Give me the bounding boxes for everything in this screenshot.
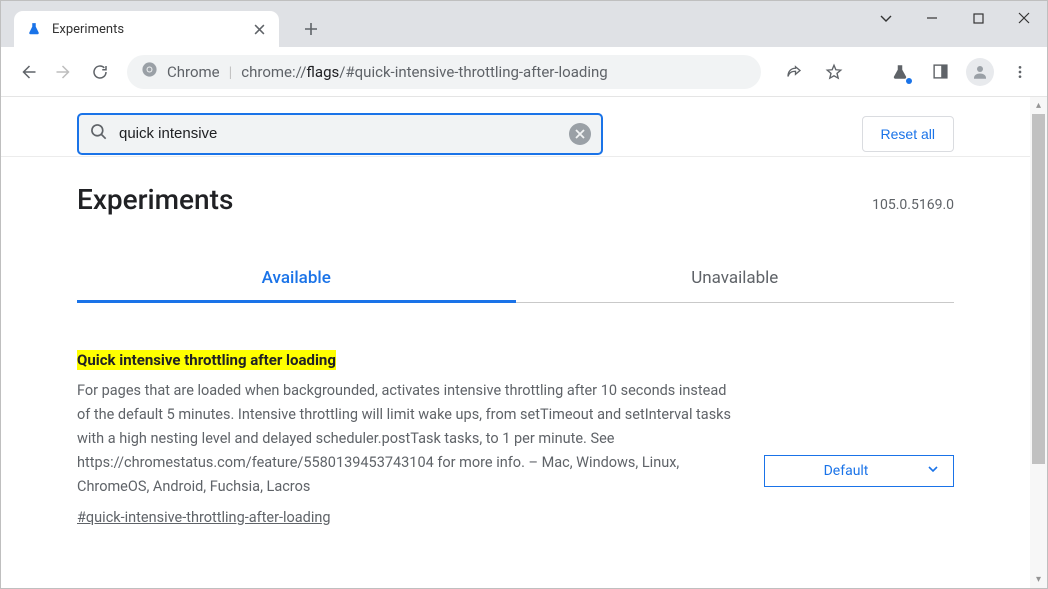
reset-all-button[interactable]: Reset all bbox=[862, 116, 954, 152]
browser-tab[interactable]: Experiments bbox=[14, 11, 279, 47]
bookmark-star-icon[interactable] bbox=[817, 55, 851, 89]
minimize-button[interactable] bbox=[909, 1, 955, 35]
maximize-button[interactable] bbox=[955, 1, 1001, 35]
page-tabs: Available Unavailable bbox=[77, 258, 954, 303]
separator: | bbox=[229, 63, 233, 81]
reload-button[interactable] bbox=[83, 55, 117, 89]
share-icon[interactable] bbox=[777, 55, 811, 89]
profile-avatar[interactable] bbox=[963, 55, 997, 89]
dropdown-value: Default bbox=[765, 463, 927, 479]
tab-unavailable[interactable]: Unavailable bbox=[516, 258, 955, 302]
close-tab-icon[interactable] bbox=[251, 21, 267, 37]
experiment-description: For pages that are loaded when backgroun… bbox=[77, 379, 736, 499]
search-input[interactable] bbox=[119, 125, 559, 142]
window-controls bbox=[863, 1, 1047, 35]
chrome-logo-icon bbox=[141, 61, 158, 82]
notification-dot-icon bbox=[906, 78, 912, 84]
browser-toolbar: Chrome | chrome://flags/#quick-intensive… bbox=[1, 47, 1047, 97]
kebab-menu-icon[interactable] bbox=[1003, 55, 1037, 89]
toolbar-right bbox=[771, 55, 1037, 89]
url-scheme-label: Chrome bbox=[167, 63, 220, 81]
back-button[interactable] bbox=[11, 55, 45, 89]
flags-header: Reset all bbox=[1, 97, 1030, 157]
page-title: Experiments bbox=[77, 183, 233, 216]
vertical-scrollbar[interactable]: ▴ ▾ bbox=[1030, 97, 1047, 588]
version-label: 105.0.5169.0 bbox=[872, 197, 954, 213]
experiment-item: Quick intensive throttling after loading… bbox=[77, 351, 954, 526]
experiment-title: Quick intensive throttling after loading bbox=[77, 350, 336, 370]
url-text: chrome://flags/#quick-intensive-throttli… bbox=[241, 63, 607, 81]
reading-list-icon[interactable] bbox=[923, 55, 957, 89]
experiment-anchor-link[interactable]: #quick-intensive-throttling-after-loadin… bbox=[77, 509, 331, 526]
experiment-state-dropdown[interactable]: Default bbox=[764, 455, 954, 487]
close-window-button[interactable] bbox=[1001, 1, 1047, 35]
new-tab-button[interactable] bbox=[297, 15, 325, 43]
flask-icon bbox=[26, 21, 42, 37]
address-bar[interactable]: Chrome | chrome://flags/#quick-intensive… bbox=[127, 55, 761, 89]
chevron-down-icon bbox=[927, 463, 943, 479]
search-icon bbox=[89, 122, 109, 146]
experiments-flask-icon[interactable] bbox=[883, 55, 917, 89]
scroll-up-arrow-icon[interactable]: ▴ bbox=[1030, 97, 1047, 114]
tab-available[interactable]: Available bbox=[77, 258, 516, 303]
tab-title: Experiments bbox=[52, 22, 251, 37]
spacer bbox=[857, 55, 877, 89]
title-bar: Experiments bbox=[1, 1, 1047, 47]
scroll-thumb[interactable] bbox=[1032, 114, 1045, 464]
scroll-down-arrow-icon[interactable]: ▾ bbox=[1030, 571, 1047, 588]
caret-down-icon[interactable] bbox=[863, 1, 909, 35]
clear-search-button[interactable] bbox=[569, 123, 591, 145]
person-icon bbox=[966, 58, 994, 86]
search-box[interactable] bbox=[77, 113, 603, 155]
flags-page: Reset all Experiments 105.0.5169.0 Avail… bbox=[1, 97, 1030, 588]
forward-button[interactable] bbox=[47, 55, 81, 89]
